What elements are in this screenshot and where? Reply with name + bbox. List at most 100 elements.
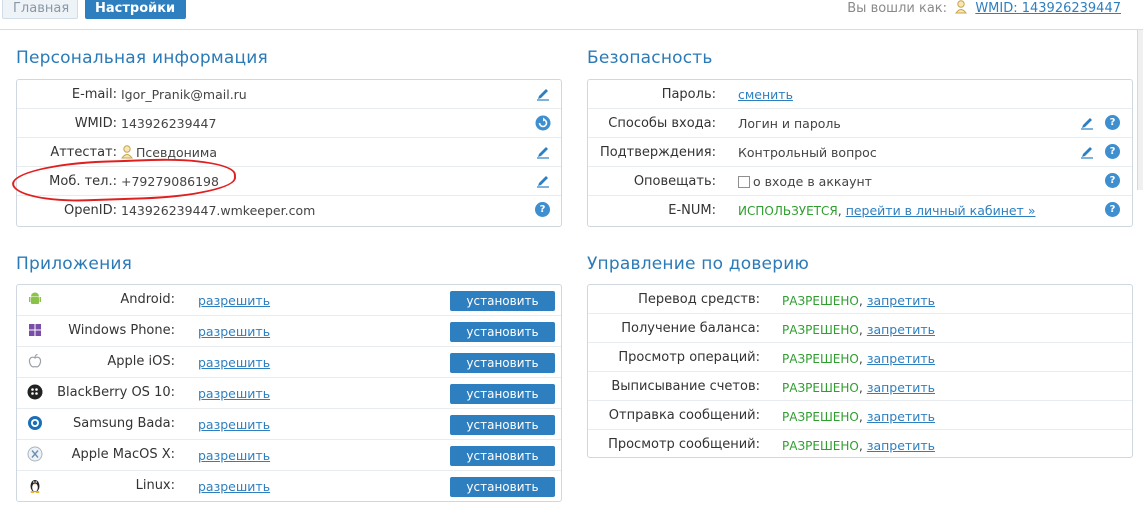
allow-link[interactable]: разрешить <box>198 324 270 339</box>
allow-link[interactable]: разрешить <box>198 479 270 494</box>
enum-separator: , <box>837 203 842 218</box>
tab-home[interactable]: Главная <box>2 0 78 19</box>
trust-status: РАЗРЕШЕНО <box>782 381 859 395</box>
install-button[interactable]: установить <box>450 291 555 311</box>
security-panel: Пароль: сменить Способы входа: Логин и п… <box>587 79 1133 227</box>
tab-settings[interactable]: Настройки <box>85 0 186 19</box>
personal-title: Персональная информация <box>16 48 268 68</box>
trust-value: РАЗРЕШЕНО, запретить <box>782 438 935 453</box>
help-icon[interactable]: ? <box>1105 144 1120 159</box>
apps-title: Приложения <box>16 254 133 274</box>
trust-separator: , <box>858 380 863 395</box>
help-icon[interactable]: ? <box>1105 173 1120 188</box>
confirmations-label: Подтверждения: <box>599 145 716 160</box>
enum-value: ИСПОЛЬЗУЕТСЯ, перейти в личный кабинет » <box>738 203 1035 218</box>
notify-login-checkbox[interactable] <box>738 176 750 188</box>
deny-link[interactable]: запретить <box>867 380 935 395</box>
install-button[interactable]: установить <box>450 384 555 404</box>
trust-row: Выписывание счетов: РАЗРЕШЕНО, запретить <box>588 372 1132 401</box>
top-bar: Главная Настройки Вы вошли как: WMID: 14… <box>0 0 1143 30</box>
trust-row: Отправка сообщений: РАЗРЕШЕНО, запретить <box>588 401 1132 430</box>
login-info: Вы вошли как: WMID: 143926239447 <box>847 0 1121 17</box>
refresh-icon[interactable] <box>535 115 551 131</box>
personal-row-wmid: WMID: 143926239447 <box>17 109 561 138</box>
blackberry-icon <box>27 384 43 400</box>
app-label: Samsung Bada: <box>72 416 175 431</box>
allow-link[interactable]: разрешить <box>198 417 270 432</box>
allow-link[interactable]: разрешить <box>198 293 270 308</box>
macos-icon <box>27 446 43 462</box>
security-row-notify: Оповещать: о входе в аккаунт ? <box>588 167 1132 196</box>
app-row-blackberry: BlackBerry OS 10: разрешить установить <box>17 378 561 409</box>
change-password-link[interactable]: сменить <box>738 87 793 102</box>
trust-panel: Перевод средств: РАЗРЕШЕНО, запретить По… <box>587 284 1133 458</box>
email-value: Igor_Pranik@mail.ru <box>121 87 247 102</box>
pencil-icon[interactable] <box>535 173 551 189</box>
deny-link[interactable]: запретить <box>867 438 935 453</box>
linux-icon <box>27 477 43 493</box>
attestat-label: Аттестат: <box>50 145 117 160</box>
trust-separator: , <box>858 322 863 337</box>
trust-title: Управление по доверию <box>587 254 809 274</box>
trust-status: РАЗРЕШЕНО <box>782 294 859 308</box>
app-label: Apple iOS: <box>107 354 175 369</box>
install-button[interactable]: установить <box>450 415 555 435</box>
install-button[interactable]: установить <box>450 477 555 497</box>
wmid-link[interactable]: WMID: 143926239447 <box>975 1 1121 16</box>
openid-value: 143926239447.wmkeeper.com <box>121 203 316 218</box>
trust-row: Просмотр операций: РАЗРЕШЕНО, запретить <box>588 343 1132 372</box>
install-button[interactable]: установить <box>450 353 555 373</box>
allow-link[interactable]: разрешить <box>198 355 270 370</box>
notify-login-text: о входе в аккаунт <box>753 174 872 189</box>
deny-link[interactable]: запретить <box>867 409 935 424</box>
attestat-value: Псевдонима <box>121 145 217 160</box>
trust-label: Просмотр сообщений: <box>608 437 760 452</box>
help-icon[interactable]: ? <box>1105 115 1120 130</box>
help-icon[interactable]: ? <box>1105 202 1120 217</box>
app-row-linux: Linux: разрешить установить <box>17 471 561 502</box>
enum-label: E-NUM: <box>668 203 716 218</box>
deny-link[interactable]: запретить <box>867 322 935 337</box>
app-row-macos: Apple MacOS X: разрешить установить <box>17 440 561 471</box>
bada-icon <box>27 415 43 431</box>
pencil-icon[interactable] <box>535 144 551 160</box>
trust-status: РАЗРЕШЕНО <box>782 439 859 453</box>
allow-link[interactable]: разрешить <box>198 448 270 463</box>
app-row-android: Android: разрешить установить <box>17 285 561 316</box>
enum-cabinet-link[interactable]: перейти в личный кабинет » <box>846 203 1036 218</box>
password-label: Пароль: <box>661 87 716 102</box>
login-methods-label: Способы входа: <box>608 116 716 131</box>
notify-value: о входе в аккаунт <box>738 174 872 189</box>
security-row-login-methods: Способы входа: Логин и пароль ? <box>588 109 1132 138</box>
trust-value: РАЗРЕШЕНО, запретить <box>782 380 935 395</box>
trust-label: Отправка сообщений: <box>608 408 760 423</box>
login-label: Вы вошли как: <box>847 1 948 16</box>
wmid-label: WMID: <box>74 116 117 131</box>
android-icon <box>27 291 43 307</box>
app-row-bada: Samsung Bada: разрешить установить <box>17 409 561 440</box>
pencil-icon[interactable] <box>535 86 551 102</box>
deny-link[interactable]: запретить <box>867 293 935 308</box>
pencil-icon[interactable] <box>1079 115 1095 131</box>
scrollbar[interactable] <box>1137 30 1143 190</box>
personal-panel: E-mail: Igor_Pranik@mail.ru WMID: 143926… <box>16 79 562 227</box>
attestat-text: Псевдонима <box>136 145 218 160</box>
trust-value: РАЗРЕШЕНО, запретить <box>782 409 935 424</box>
security-row-password: Пароль: сменить <box>588 80 1132 109</box>
trust-separator: , <box>858 351 863 366</box>
deny-link[interactable]: запретить <box>867 351 935 366</box>
install-button[interactable]: установить <box>450 446 555 466</box>
trust-label: Получение баланса: <box>621 321 760 336</box>
trust-separator: , <box>858 293 863 308</box>
install-button[interactable]: установить <box>450 322 555 342</box>
allow-link[interactable]: разрешить <box>198 386 270 401</box>
app-label: Linux: <box>135 478 175 493</box>
help-icon[interactable]: ? <box>535 202 550 217</box>
trust-value: РАЗРЕШЕНО, запретить <box>782 322 935 337</box>
trust-status: РАЗРЕШЕНО <box>782 323 859 337</box>
openid-label: OpenID: <box>64 203 117 218</box>
app-label: BlackBerry OS 10: <box>57 385 175 400</box>
wmid-value: 143926239447 <box>121 116 217 131</box>
pencil-icon[interactable] <box>1079 144 1095 160</box>
email-label: E-mail: <box>71 87 117 102</box>
